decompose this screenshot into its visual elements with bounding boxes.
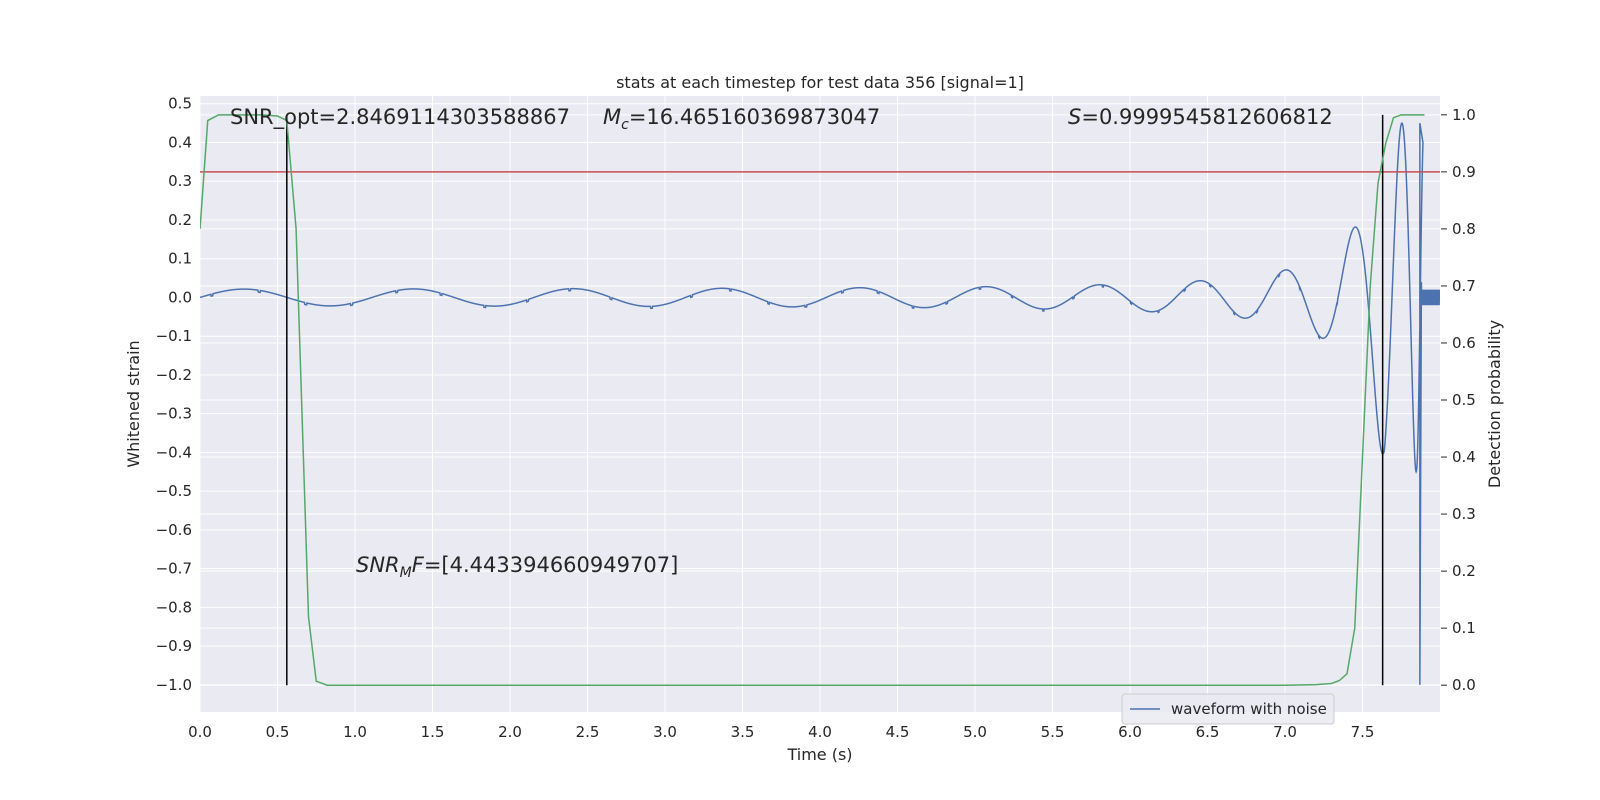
x-tick-label: 7.5 — [1351, 723, 1375, 741]
x-tick-label: 3.5 — [731, 723, 755, 741]
x-tick-label: 7.0 — [1273, 723, 1297, 741]
figure: 0.5 0.4 0.3 0.2 0.1 0.0 −0.1 −0.2 −0.3 −0.4 −0.5 −0… — [0, 0, 1600, 800]
right-y-axis-label: Detection probability — [1485, 320, 1504, 488]
x-tick-label: 6.0 — [1118, 723, 1142, 741]
y-axis-label: Whitened strain — [124, 340, 143, 467]
x-tick-label: 2.0 — [498, 723, 522, 741]
y-tick-label: 0.3 — [168, 172, 192, 190]
y-tick-label: 0.2 — [168, 211, 192, 229]
detection-score-value: =0.9999545812606812 — [1081, 105, 1332, 129]
chart-title: stats at each timestep for test data 356… — [616, 73, 1024, 92]
x-tick-label: 0.5 — [266, 723, 290, 741]
x-tick-label: 0.0 — [188, 723, 212, 741]
y-tick-label: −0.8 — [156, 598, 192, 616]
y-tick-label: −0.9 — [156, 637, 192, 655]
detection-score-annotation: S=0.9999545812606812 — [1068, 105, 1333, 129]
chirp-mass-symbol: M — [603, 105, 621, 129]
x-tick-label: 1.5 — [421, 723, 445, 741]
y-tick-label: −0.5 — [156, 482, 192, 500]
chirp-mass-value: =16.465160369873047 — [629, 105, 880, 129]
y-tick-label: 0.1 — [168, 250, 192, 268]
y2-tick-label: 0.6 — [1452, 334, 1476, 352]
detection-score-symbol: S — [1068, 105, 1081, 129]
x-tick-label: 6.5 — [1196, 723, 1220, 741]
chirp-mass-annotation: Mc=16.465160369873047 — [603, 105, 880, 133]
y-tick-label: 0.4 — [168, 133, 192, 151]
y2-tick-label: 0.7 — [1452, 277, 1476, 295]
y-tick-label: 0.0 — [168, 288, 192, 306]
x-tick-label: 5.0 — [963, 723, 987, 741]
x-tick-label: 2.5 — [576, 723, 600, 741]
y2-tick-label: 0.5 — [1452, 391, 1476, 409]
x-tick-label: 3.0 — [653, 723, 677, 741]
y2-tick-label: 0.3 — [1452, 505, 1476, 523]
y2-tick-label: 0.8 — [1452, 220, 1476, 238]
snr-mf-symbol: SNR — [356, 553, 400, 577]
x-tick-label: 5.5 — [1041, 723, 1065, 741]
x-axis-label: Time (s) — [786, 745, 852, 764]
y-tick-label: 0.5 — [168, 95, 192, 113]
x-tick-label: 1.0 — [343, 723, 367, 741]
y-tick-label: −0.1 — [156, 327, 192, 345]
x-tick-label: 4.5 — [886, 723, 910, 741]
y-tick-label: −0.6 — [156, 521, 192, 539]
y2-tick-label: 0.1 — [1452, 619, 1476, 637]
snr-mf-tail: F — [412, 553, 425, 577]
y2-tick-label: 0.9 — [1452, 163, 1476, 181]
y-tick-label: −0.7 — [156, 560, 192, 578]
y-tick-label: −0.3 — [156, 405, 192, 423]
y-tick-label: −0.2 — [156, 366, 192, 384]
snr-opt-annotation: SNR_opt=2.8469114303588867 — [230, 105, 570, 130]
legend: waveform with noise — [1121, 693, 1335, 725]
legend-label-waveform: waveform with noise — [1171, 700, 1327, 718]
y-tick-label: −1.0 — [156, 676, 192, 694]
snr-mf-subscript: M — [400, 565, 412, 581]
snr-mf-value: =[4.443394660949707] — [424, 553, 678, 577]
x-tick-label: 4.0 — [808, 723, 832, 741]
y2-tick-label: 0.0 — [1452, 676, 1476, 694]
y2-tick-label: 1.0 — [1452, 106, 1476, 124]
y2-tick-label: 0.4 — [1452, 448, 1476, 466]
y-tick-label: −0.4 — [156, 443, 192, 461]
y2-tick-label: 0.2 — [1452, 562, 1476, 580]
